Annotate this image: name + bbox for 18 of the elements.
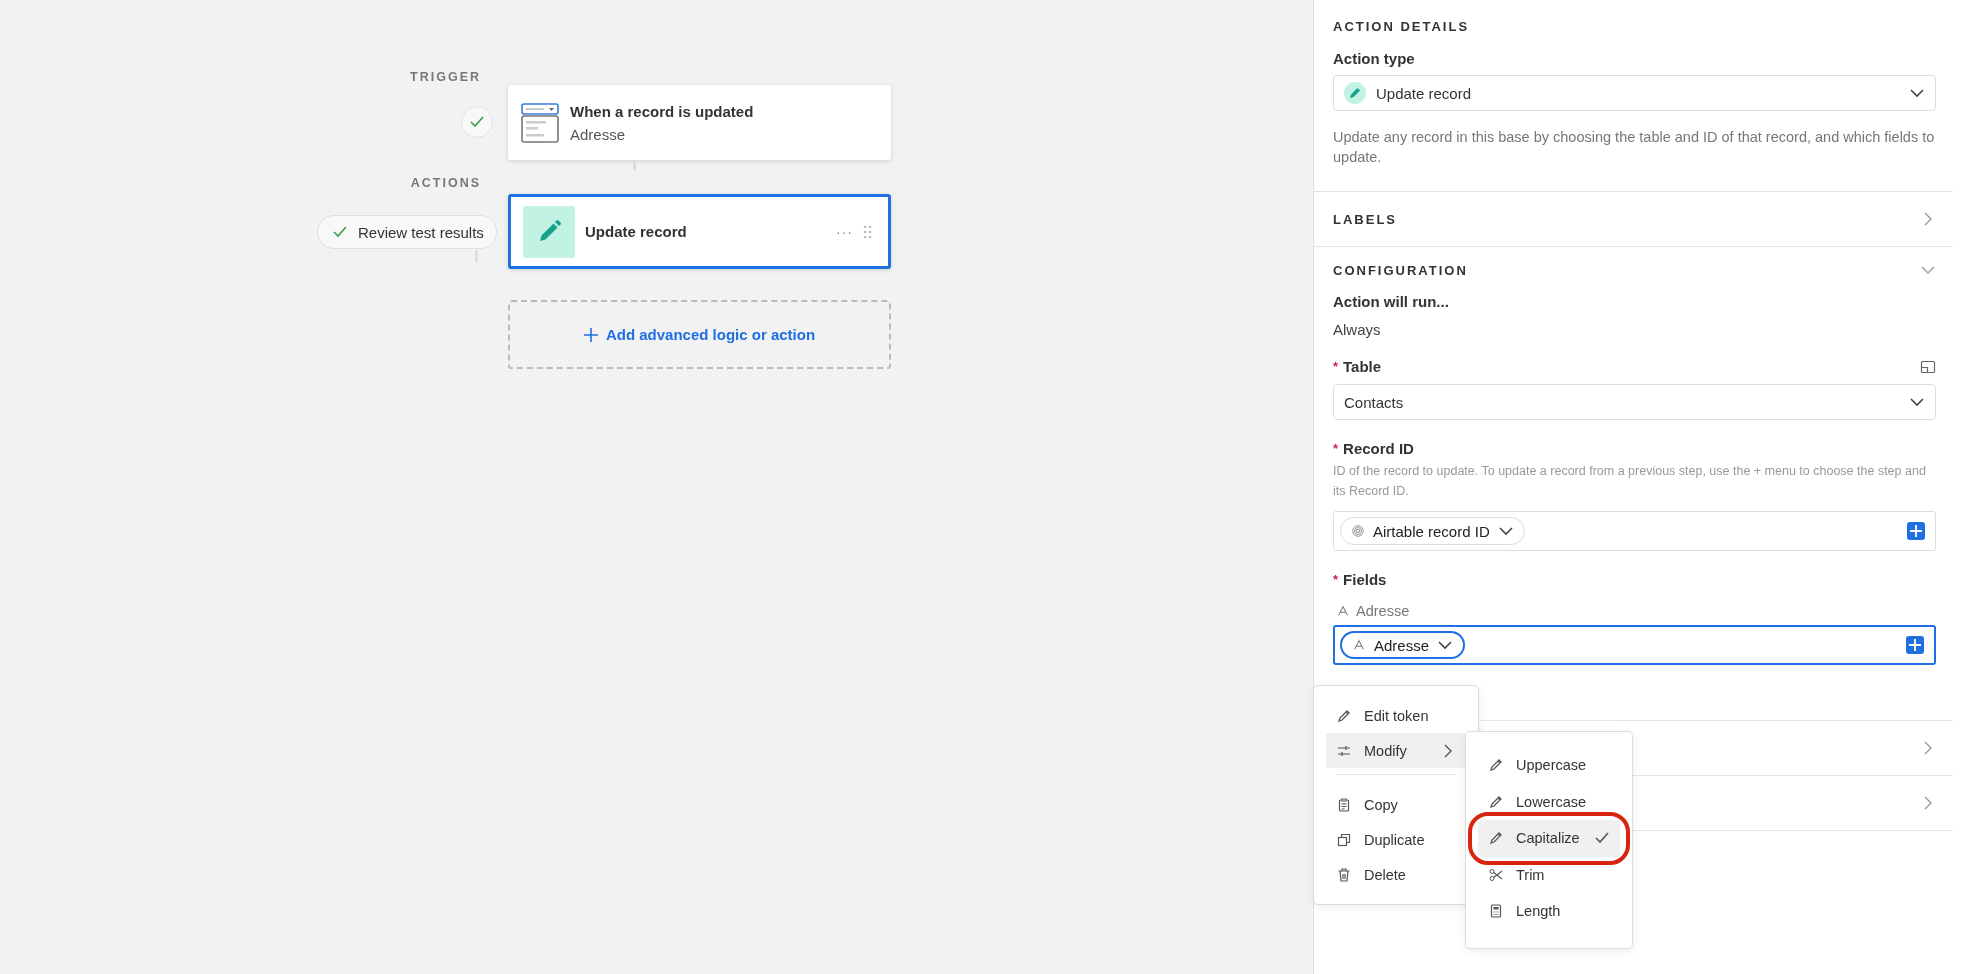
required-mark: *: [1333, 359, 1339, 374]
trigger-title: When a record is updated: [570, 102, 754, 120]
run-condition: Always: [1333, 321, 1382, 338]
field-hint: ID of the record to update. To update a record from a previous step, use the + menu to choose the step and its Record ID.: [1333, 463, 1927, 500]
required-mark: *: [1333, 441, 1339, 456]
field-label: * Fields: [1333, 571, 1387, 588]
action-description: Update any record in this base by choosing the table and ID of that record, and which fields to update.: [1333, 128, 1936, 167]
section-heading: ACTION DETAILS: [1333, 19, 1471, 34]
action-title: Update record: [585, 223, 687, 240]
section-label: TRIGGER: [410, 70, 481, 84]
field-label: Action type: [1333, 50, 1416, 67]
section-label: ACTIONS: [410, 176, 481, 190]
field-label: * Table: [1333, 358, 1382, 375]
trigger-subtitle: Adresse: [570, 125, 627, 143]
field-name: Adresse: [1356, 603, 1410, 619]
required-mark: *: [1333, 572, 1339, 587]
field-label: * Record ID: [1333, 440, 1414, 457]
field-label: Action will run...: [1333, 293, 1450, 310]
